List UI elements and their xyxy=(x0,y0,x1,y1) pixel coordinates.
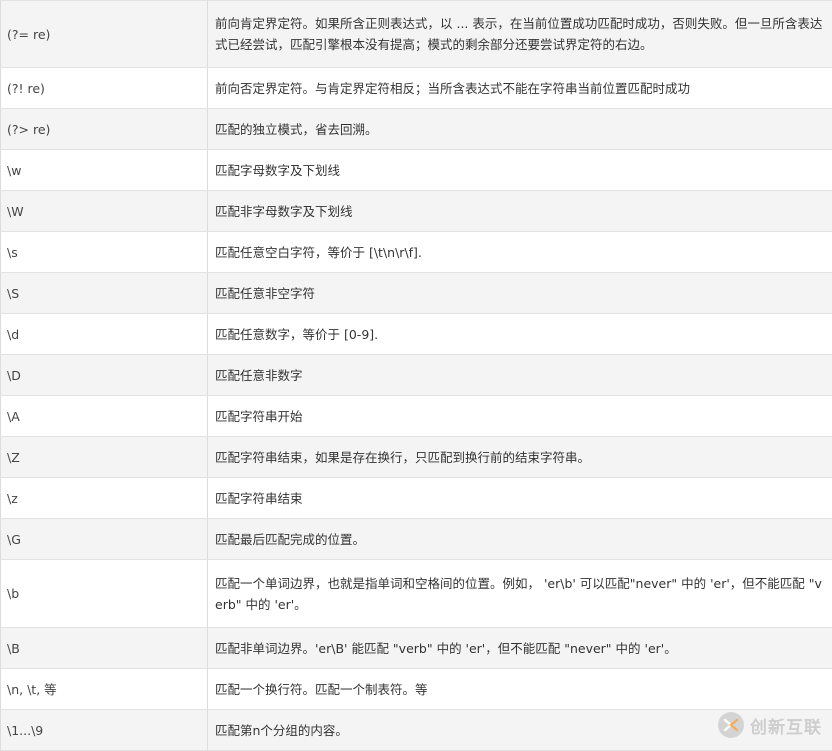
description-cell: 匹配的独立模式，省去回溯。 xyxy=(208,109,832,150)
table-row: \W 匹配非字母数字及下划线 xyxy=(1,191,832,232)
description-cell: 匹配最后匹配完成的位置。 xyxy=(208,519,832,560)
description-cell: 匹配一个换行符。匹配一个制表符。等 xyxy=(208,669,832,710)
watermark-text: 创新互联 xyxy=(750,713,822,738)
pattern-cell: (?> re) xyxy=(1,109,208,150)
description-cell: 匹配非字母数字及下划线 xyxy=(208,191,832,232)
table-row: \S 匹配任意非空字符 xyxy=(1,273,832,314)
pattern-cell: \n, \t, 等 xyxy=(1,669,208,710)
pattern-cell: \S xyxy=(1,273,208,314)
description-cell: 匹配任意非空字符 xyxy=(208,273,832,314)
table-row: \s 匹配任意空白字符，等价于 [\t\n\r\f]. xyxy=(1,232,832,273)
description-cell: 匹配字符串结束，如果是存在换行，只匹配到换行前的结束字符串。 xyxy=(208,437,832,478)
table-row: (?> re) 匹配的独立模式，省去回溯。 xyxy=(1,109,832,150)
table-row: \z 匹配字符串结束 xyxy=(1,478,832,519)
description-cell: 匹配任意非数字 xyxy=(208,355,832,396)
pattern-cell: \G xyxy=(1,519,208,560)
description-cell: 匹配字符串开始 xyxy=(208,396,832,437)
pattern-cell: \s xyxy=(1,232,208,273)
pattern-cell: \D xyxy=(1,355,208,396)
pattern-cell: \d xyxy=(1,314,208,355)
table-row: \w 匹配字母数字及下划线 xyxy=(1,150,832,191)
pattern-cell: \A xyxy=(1,396,208,437)
regex-syntax-table: (?= re) 前向肯定界定符。如果所含正则表达式，以 ... 表示，在当前位置… xyxy=(0,0,832,751)
description-cell: 匹配非单词边界。'er\B' 能匹配 "verb" 中的 'er'，但不能匹配 … xyxy=(208,628,832,669)
description-cell: 匹配任意数字，等价于 [0-9]. xyxy=(208,314,832,355)
table-row: \1...\9 匹配第n个分组的内容。 xyxy=(1,710,832,751)
pattern-cell: \1...\9 xyxy=(1,710,208,751)
pattern-cell: \w xyxy=(1,150,208,191)
pattern-cell: \Z xyxy=(1,437,208,478)
pattern-cell: \b xyxy=(1,560,208,628)
pattern-cell: (?= re) xyxy=(1,1,208,68)
description-cell: 匹配一个单词边界，也就是指单词和空格间的位置。例如， 'er\b' 可以匹配"n… xyxy=(208,560,832,628)
table-row: \n, \t, 等 匹配一个换行符。匹配一个制表符。等 xyxy=(1,669,832,710)
pattern-cell: \B xyxy=(1,628,208,669)
table-row: \G 匹配最后匹配完成的位置。 xyxy=(1,519,832,560)
table-row: \B 匹配非单词边界。'er\B' 能匹配 "verb" 中的 'er'，但不能… xyxy=(1,628,832,669)
chuangxin-logo-icon xyxy=(718,712,744,738)
description-cell: 匹配字符串结束 xyxy=(208,478,832,519)
table-row: \Z 匹配字符串结束，如果是存在换行，只匹配到换行前的结束字符串。 xyxy=(1,437,832,478)
table-row: (?= re) 前向肯定界定符。如果所含正则表达式，以 ... 表示，在当前位置… xyxy=(1,1,832,68)
watermark: 创新互联 xyxy=(718,712,822,738)
table-row: \d 匹配任意数字，等价于 [0-9]. xyxy=(1,314,832,355)
table-row: \b 匹配一个单词边界，也就是指单词和空格间的位置。例如， 'er\b' 可以匹… xyxy=(1,560,832,628)
table-row: \A 匹配字符串开始 xyxy=(1,396,832,437)
description-cell: 前向肯定界定符。如果所含正则表达式，以 ... 表示，在当前位置成功匹配时成功，… xyxy=(208,1,832,68)
description-cell: 前向否定界定符。与肯定界定符相反；当所含表达式不能在字符串当前位置匹配时成功 xyxy=(208,68,832,109)
table-row: \D 匹配任意非数字 xyxy=(1,355,832,396)
pattern-cell: \z xyxy=(1,478,208,519)
pattern-cell: (?! re) xyxy=(1,68,208,109)
description-cell: 匹配任意空白字符，等价于 [\t\n\r\f]. xyxy=(208,232,832,273)
pattern-cell: \W xyxy=(1,191,208,232)
description-cell: 匹配字母数字及下划线 xyxy=(208,150,832,191)
table-row: (?! re) 前向否定界定符。与肯定界定符相反；当所含表达式不能在字符串当前位… xyxy=(1,68,832,109)
table-body: (?= re) 前向肯定界定符。如果所含正则表达式，以 ... 表示，在当前位置… xyxy=(1,1,832,751)
